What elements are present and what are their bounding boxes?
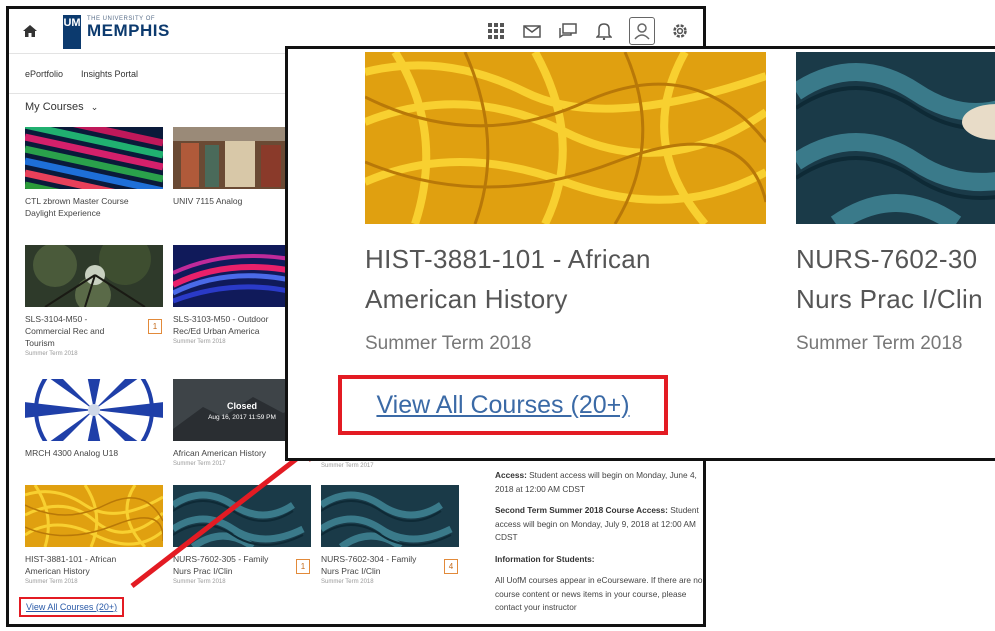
view-all-courses-highlight: View All Courses (20+): [338, 375, 668, 435]
view-all-courses-link-large[interactable]: View All Courses (20+): [376, 391, 629, 420]
zoom-callout: HIST-3881-101 - African American History…: [285, 46, 995, 461]
course-title-line: Nurs Prac I/Clin: [796, 284, 983, 314]
course-title-large: NURS-7602-30 Nurs Prac I/Clin: [796, 239, 983, 319]
course-image-large: [796, 52, 995, 224]
course-title-large: HIST-3881-101 - African American History: [365, 239, 651, 319]
course-term-large: Summer Term 2018: [796, 333, 963, 354]
course-title-line: NURS-7602-30: [796, 244, 978, 274]
course-term-large: Summer Term 2018: [365, 333, 532, 354]
course-image-large: [365, 52, 766, 224]
course-title-line: American History: [365, 284, 568, 314]
course-title-line: HIST-3881-101 - African: [365, 244, 651, 274]
